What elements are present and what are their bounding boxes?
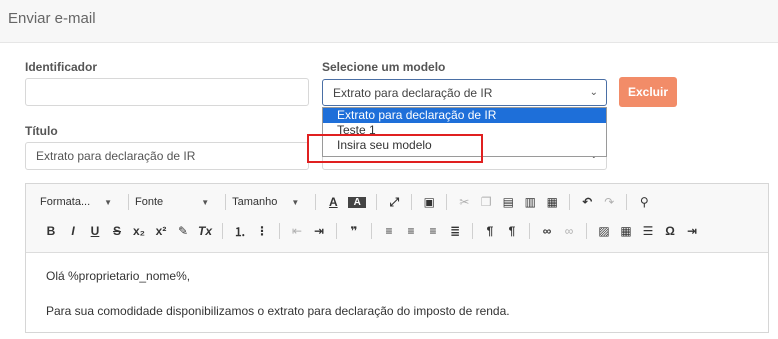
toolbar-divider (222, 223, 224, 239)
format-combo[interactable]: Formata... ▼ (40, 196, 112, 208)
rich-text-editor: Formata... ▼ Fonte ▼ Tamanho ▼ A A ⤢ ▣ ✂ ❐ … (25, 183, 769, 333)
horizontal-line-icon[interactable]: ☰ (641, 224, 655, 238)
copy-icon[interactable]: ❐ (479, 195, 493, 209)
titulo-input[interactable]: Extrato para declaração de IR (25, 142, 309, 170)
outdent-icon[interactable]: ⇤ (290, 224, 304, 238)
align-right-icon[interactable]: ≡ (426, 224, 440, 238)
chevron-down-icon: ▼ (201, 197, 210, 207)
page-header: Enviar e-mail (0, 0, 778, 43)
image-icon[interactable]: ▨ (597, 224, 611, 238)
maximize-icon[interactable]: ⤢ (387, 195, 401, 210)
chevron-down-icon: ⌄ (589, 87, 598, 98)
editor-toolbar: Formata... ▼ Fonte ▼ Tamanho ▼ A A ⤢ ▣ ✂ ❐ … (26, 184, 768, 253)
toolbar-divider (626, 194, 628, 210)
size-combo-label: Tamanho (232, 196, 278, 208)
toolbar-divider (371, 223, 373, 239)
italic-icon[interactable]: I (66, 224, 80, 238)
excluir-button[interactable]: Excluir (619, 77, 677, 107)
chevron-down-icon: ▼ (291, 197, 300, 207)
link-icon[interactable]: ∞ (540, 224, 554, 238)
titulo-label: Título (25, 124, 58, 138)
toolbar-divider (529, 223, 531, 239)
superscript-icon[interactable]: x² (154, 224, 168, 238)
toolbar-divider (411, 194, 413, 210)
underline-icon[interactable]: U (88, 224, 102, 238)
paste-icon[interactable]: ▤ (501, 195, 515, 209)
special-char-icon[interactable]: Ω (663, 224, 677, 238)
rtl-icon[interactable]: ¶ (505, 224, 519, 238)
align-left-icon[interactable]: ≡ (382, 224, 396, 238)
remove-format-icon[interactable]: Tx (198, 224, 212, 238)
paste-word-icon[interactable]: ▦ (545, 195, 559, 209)
redo-icon[interactable]: ↷ (602, 195, 616, 209)
paste-text-icon[interactable]: ▥ (523, 195, 537, 209)
subscript-icon[interactable]: x₂ (132, 224, 146, 238)
page-title: Enviar e-mail (8, 10, 96, 27)
toolbar-divider (128, 194, 130, 210)
toolbar-divider (569, 194, 571, 210)
search-icon[interactable]: ⚲ (637, 195, 651, 209)
toolbar-divider (376, 194, 378, 210)
ltr-icon[interactable]: ¶ (483, 224, 497, 238)
toolbar-divider (336, 223, 338, 239)
unlink-icon[interactable]: ∞ (562, 224, 576, 238)
dropdown-option[interactable]: Extrato para declaração de IR (323, 108, 606, 123)
indent-icon[interactable]: ⇥ (312, 224, 326, 238)
modelo-label: Selecione um modelo (322, 60, 446, 74)
justify-icon[interactable]: ≣ (448, 224, 462, 238)
toolbar-divider (279, 223, 281, 239)
font-combo[interactable]: Fonte ▼ (135, 196, 209, 208)
toolbar-divider (472, 223, 474, 239)
toolbar-divider (225, 194, 227, 210)
align-center-icon[interactable]: ≡ (404, 224, 418, 238)
toolbar-divider (446, 194, 448, 210)
identificador-input[interactable] (25, 78, 309, 106)
cut-icon[interactable]: ✂ (457, 195, 471, 209)
numbered-list-icon[interactable]: ⒈ (233, 223, 247, 240)
strikethrough-icon[interactable]: S (110, 224, 124, 238)
format-combo-label: Formata... (40, 196, 91, 208)
source-icon[interactable]: ▣ (422, 195, 436, 209)
text-color-icon[interactable]: A (326, 195, 340, 209)
copy-format-icon[interactable]: ✎ (176, 224, 190, 238)
editor-line: Olá %proprietario_nome%, (46, 269, 191, 283)
bulleted-list-icon[interactable]: ⋮ (255, 224, 269, 238)
modelo-select-value: Extrato para declaração de IR (333, 86, 493, 100)
blockquote-icon[interactable]: ❞ (347, 224, 361, 238)
identificador-label: Identificador (25, 60, 98, 74)
background-color-icon[interactable]: A (348, 196, 367, 208)
undo-icon[interactable]: ↶ (580, 195, 594, 209)
toolbar-divider (586, 223, 588, 239)
size-combo[interactable]: Tamanho ▼ (232, 196, 299, 208)
table-icon[interactable]: ▦ (619, 224, 633, 238)
bold-icon[interactable]: B (44, 224, 58, 238)
chevron-down-icon: ▼ (104, 197, 113, 207)
editor-line: Para sua comodidade disponibilizamos o e… (46, 304, 510, 318)
toolbar-divider (315, 194, 317, 210)
editor-content[interactable]: Olá %proprietario_nome%, Para sua comodi… (46, 269, 510, 339)
highlight-box (307, 134, 483, 163)
page-break-icon[interactable]: ⇥ (685, 224, 699, 238)
font-combo-label: Fonte (135, 196, 164, 208)
modelo-select[interactable]: Extrato para declaração de IR ⌄ (322, 79, 607, 106)
